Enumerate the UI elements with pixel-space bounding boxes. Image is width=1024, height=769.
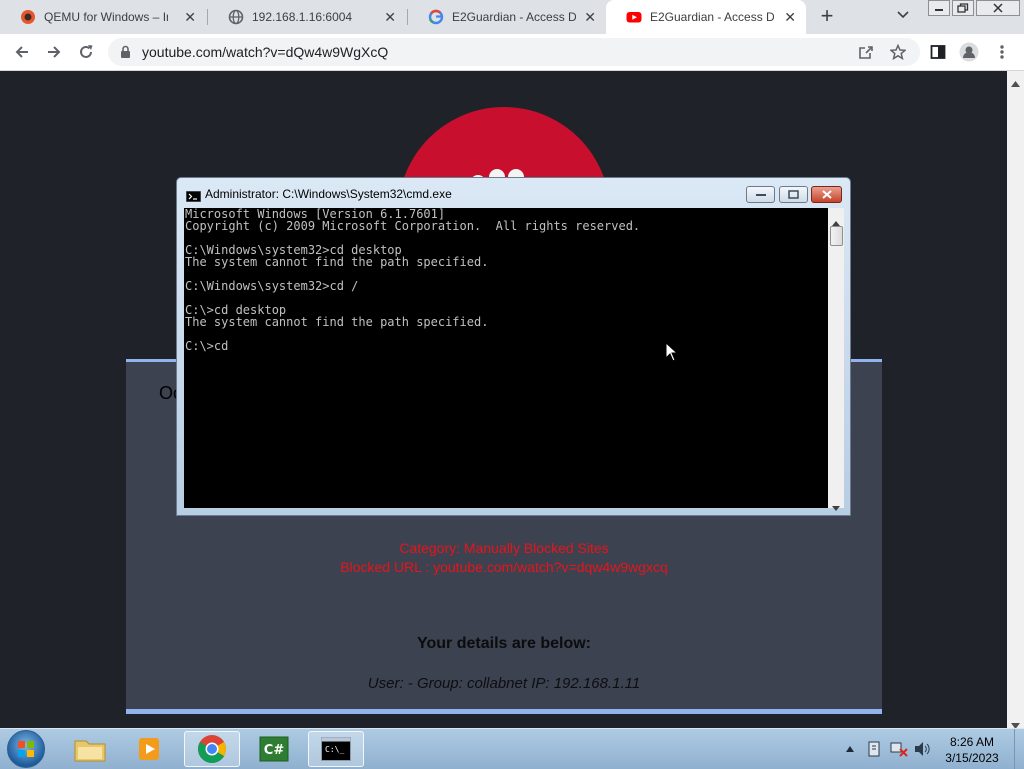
- cmd-icon: C:\_: [321, 737, 351, 761]
- chevron-up-icon[interactable]: [846, 740, 854, 755]
- system-clock[interactable]: 8:26 AM 3/15/2023: [930, 734, 1014, 766]
- cmd-maximize-button[interactable]: [779, 186, 808, 203]
- taskbar: C# C:\_ 8:26 AM 3/15/2023: [0, 728, 1024, 769]
- explorer-taskbar-button[interactable]: [62, 731, 118, 767]
- browser-tab-strip: QEMU for Windows – Ins ✕ 192.168.1.16:60…: [0, 0, 1024, 34]
- star-bookmark-icon[interactable]: [889, 43, 907, 65]
- mouse-pointer-icon: [665, 341, 679, 367]
- svg-text:C#: C#: [264, 743, 285, 758]
- share-icon[interactable]: [858, 44, 874, 65]
- cmd-scrollbar[interactable]: [828, 208, 844, 511]
- cmd-minimize-button[interactable]: [746, 186, 775, 203]
- chrome-taskbar-button[interactable]: [184, 731, 240, 767]
- youtube-icon: [626, 9, 642, 25]
- cmd-console[interactable]: Microsoft Windows [Version 6.1.7601] Cop…: [184, 208, 828, 508]
- tab-title: QEMU for Windows – Ins: [44, 10, 168, 24]
- browser-toolbar: youtube.com/watch?v=dQw4w9WgXcQ: [0, 34, 1024, 71]
- user-details: User: - Group: collabnet IP: 192.168.1.1…: [367, 675, 641, 692]
- network-warning-icon[interactable]: [890, 741, 908, 760]
- cmd-close-button[interactable]: [811, 186, 842, 203]
- new-tab-button[interactable]: +: [816, 5, 838, 27]
- csharp-app-taskbar-button[interactable]: C#: [246, 731, 302, 767]
- scroll-down-arrow-icon[interactable]: [832, 498, 840, 516]
- volume-icon[interactable]: [914, 741, 930, 760]
- show-desktop-button[interactable]: [1014, 729, 1024, 769]
- qemu-icon: [20, 9, 36, 25]
- side-panel-icon[interactable]: [928, 42, 948, 62]
- chevron-down-icon[interactable]: [897, 8, 909, 22]
- close-icon[interactable]: ✕: [384, 9, 396, 25]
- chrome-icon: [198, 735, 226, 763]
- cmd-window[interactable]: Administrator: C:\Windows\System32\cmd.e…: [176, 177, 851, 516]
- tab-qemu[interactable]: QEMU for Windows – Ins ✕: [0, 0, 206, 34]
- folder-icon: [74, 740, 106, 762]
- restore-window-button[interactable]: [952, 0, 974, 16]
- tab-title: E2Guardian - Access Den: [452, 10, 576, 24]
- close-icon[interactable]: ✕: [584, 9, 596, 25]
- close-icon[interactable]: ✕: [784, 9, 796, 25]
- page-scrollbar[interactable]: [1007, 71, 1024, 729]
- cmd-output[interactable]: Microsoft Windows [Version 6.1.7601] Cop…: [185, 208, 640, 352]
- google-icon: [428, 9, 444, 25]
- svg-text:C:\_: C:\_: [325, 745, 344, 754]
- address-bar[interactable]: youtube.com/watch?v=dQw4w9WgXcQ: [108, 38, 920, 66]
- profile-avatar-icon[interactable]: [959, 42, 979, 62]
- forward-arrow-icon[interactable]: [44, 42, 64, 62]
- close-window-button[interactable]: [976, 0, 1020, 16]
- clock-time: 8:26 AM: [949, 735, 995, 749]
- details-heading: Your details are below:: [417, 635, 591, 652]
- csharp-icon: C#: [259, 736, 289, 762]
- clock-date: 3/15/2023: [945, 751, 999, 765]
- tab-title: 192.168.1.16:6004: [252, 10, 353, 24]
- cmd-window-title: Administrator: C:\Windows\System32\cmd.e…: [205, 187, 452, 201]
- action-center-icon[interactable]: [866, 741, 882, 760]
- tab-e2guardian-google[interactable]: E2Guardian - Access Den ✕: [408, 0, 606, 34]
- tab-e2guardian-youtube[interactable]: E2Guardian - Access Den ✕: [606, 0, 806, 34]
- minimize-window-button[interactable]: [928, 0, 950, 16]
- tab-192-168-1-16[interactable]: 192.168.1.16:6004 ✕: [208, 0, 406, 34]
- blocked-category: Category: Manually Blocked Sites: [399, 540, 609, 556]
- back-arrow-icon[interactable]: [12, 42, 32, 62]
- scroll-thumb[interactable]: [830, 226, 843, 246]
- globe-icon: [228, 9, 244, 25]
- blocked-url: Blocked URL : youtube.com/watch?v=dqw4w9…: [340, 559, 668, 575]
- cmd-app-icon: [185, 189, 202, 207]
- media-player-icon: [139, 738, 159, 760]
- scroll-up-arrow-icon[interactable]: [1011, 74, 1020, 92]
- tab-title: E2Guardian - Access Den: [650, 10, 774, 24]
- menu-kebab-icon[interactable]: [992, 42, 1012, 62]
- reload-icon[interactable]: [76, 42, 96, 62]
- lock-icon[interactable]: [120, 45, 131, 64]
- start-button[interactable]: [7, 730, 45, 768]
- close-icon[interactable]: ✕: [184, 9, 196, 25]
- cmd-taskbar-button[interactable]: C:\_: [308, 731, 364, 767]
- url-text[interactable]: youtube.com/watch?v=dQw4w9WgXcQ: [142, 44, 388, 60]
- media-player-taskbar-button[interactable]: [122, 731, 178, 767]
